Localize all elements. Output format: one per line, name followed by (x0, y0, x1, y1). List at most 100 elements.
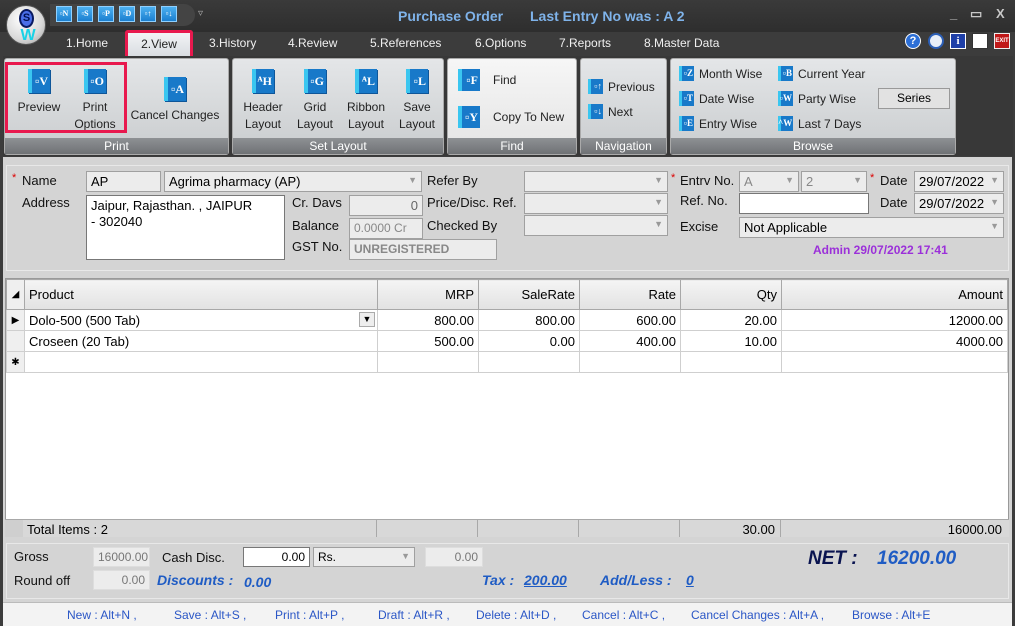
product-cell[interactable]: Dolo-500 (500 Tab) ▼ (24, 309, 378, 331)
party-name-combo[interactable]: Agrima pharmacy (AP) ▼ (164, 171, 422, 192)
qat-print-icon[interactable]: ▫P (98, 6, 114, 22)
cr-days-field[interactable]: 0 (349, 195, 423, 216)
current-year-button[interactable]: ▫B Current Year (778, 66, 865, 81)
header-layout-button[interactable]: ᴬH Header Layout (239, 69, 287, 133)
new-row[interactable]: ✱ (6, 351, 1008, 373)
new-row-cell[interactable] (579, 351, 681, 373)
info-icon[interactable]: i (950, 33, 966, 49)
tab-history[interactable]: 3.History (209, 36, 256, 56)
month-wise-button[interactable]: ▫Z Month Wise (679, 66, 762, 81)
tab-options[interactable]: 6.Options (475, 36, 526, 56)
product-dropdown-button[interactable]: ▼ (359, 312, 375, 327)
document-icon[interactable] (972, 33, 988, 49)
column-qty[interactable]: Qty (680, 279, 782, 310)
rate-cell[interactable]: 600.00 (579, 309, 681, 331)
new-row-cell[interactable] (781, 351, 1008, 373)
exit-icon[interactable]: EXIT (994, 33, 1010, 49)
product-grid[interactable]: ◢ Product MRP SaleRate Rate Qty Amount ▶… (5, 278, 1009, 536)
ribbon-layout-button[interactable]: ᴬL Ribbon Layout (341, 69, 391, 133)
qty-cell[interactable]: 20.00 (680, 309, 782, 331)
entry-series-combo[interactable]: A ▼ (739, 171, 799, 192)
new-row-cell[interactable] (377, 351, 479, 373)
save-layout-button[interactable]: ▫L Save Layout (393, 69, 441, 133)
tab-master-data[interactable]: 8.Master Data (644, 36, 719, 56)
refer-by-combo[interactable]: ▼ (524, 171, 668, 192)
product-cell[interactable]: Croseen (20 Tab) (24, 330, 378, 352)
tab-review[interactable]: 4.Review (288, 36, 337, 56)
table-row[interactable]: ▶ Dolo-500 (500 Tab) ▼ 800.00 800.00 600.… (6, 309, 1008, 331)
address-field[interactable]: Jaipur, Rajasthan. , JAIPUR - 302040 (86, 195, 285, 260)
salerate-cell[interactable]: 0.00 (478, 330, 580, 352)
help-icon[interactable]: ? (905, 33, 921, 49)
tax-value-link[interactable]: 200.00 (524, 572, 567, 588)
chevron-down-icon: ▼ (654, 219, 663, 229)
qat-customize-icon[interactable]: ▿ (198, 8, 203, 19)
amount-cell[interactable]: 4000.00 (781, 330, 1008, 352)
amount-cell[interactable]: 12000.00 (781, 309, 1008, 331)
tab-reports[interactable]: 7.Reports (559, 36, 611, 56)
previous-button[interactable]: ▫↑ Previous (588, 79, 655, 94)
qat-previous-icon[interactable]: ▫↑ (140, 6, 156, 22)
print-options-label: Print Options (74, 100, 116, 131)
new-row-cell[interactable] (680, 351, 782, 373)
maximize-button[interactable]: ▭ (970, 6, 982, 22)
checked-by-combo[interactable]: ▼ (524, 215, 668, 236)
cash-disc-field[interactable]: 0.00 (243, 547, 310, 567)
next-button[interactable]: ▫↓ Next (588, 104, 633, 119)
qty-cell[interactable]: 10.00 (680, 330, 782, 352)
date-picker[interactable]: 29/07/2022 ▼ (914, 171, 1004, 192)
addless-value-link[interactable]: 0 (686, 572, 694, 588)
qat-new-icon[interactable]: ▫N (56, 6, 72, 22)
entry-number-combo[interactable]: 2 ▼ (801, 171, 867, 192)
select-all-corner[interactable]: ◢ (6, 279, 25, 310)
party-code-field[interactable]: AP (86, 171, 161, 192)
chevron-down-icon: ▼ (990, 221, 999, 231)
row-header[interactable] (6, 330, 25, 352)
cash-disc-unit-value: Rs. (318, 550, 336, 564)
minimize-button[interactable]: _ (950, 6, 957, 21)
salerate-cell[interactable]: 800.00 (478, 309, 580, 331)
excise-combo[interactable]: Not Applicable ▼ (739, 217, 1004, 238)
cancel-changes-button[interactable]: ▫A Cancel Changes (127, 77, 223, 124)
app-logo[interactable]: S W (6, 5, 46, 45)
preview-button[interactable]: ▫V Preview (11, 69, 67, 116)
date-wise-button[interactable]: ▫T Date Wise (679, 91, 754, 106)
mrp-cell[interactable]: 500.00 (377, 330, 479, 352)
close-button[interactable]: X (996, 6, 1005, 21)
round-off-field[interactable]: 0.00 (93, 570, 150, 590)
new-row-cell[interactable] (24, 351, 378, 373)
find-button[interactable]: ▫F Find (458, 69, 516, 91)
price-disc-ref-combo[interactable]: ▼ (524, 193, 668, 214)
new-row-cell[interactable] (478, 351, 580, 373)
column-product[interactable]: Product (24, 279, 378, 310)
tab-home[interactable]: 1.Home (66, 36, 108, 56)
qat-delete-icon[interactable]: ▫D (119, 6, 135, 22)
column-rate[interactable]: Rate (579, 279, 681, 310)
print-options-button[interactable]: ▫O Print Options (67, 69, 123, 133)
support-icon[interactable] (928, 33, 944, 49)
series-button[interactable]: Series (878, 88, 950, 109)
column-amount[interactable]: Amount (781, 279, 1008, 310)
grid-layout-button[interactable]: ▫G Grid Layout (291, 69, 339, 133)
qat-next-icon[interactable]: ▫↓ (161, 6, 177, 22)
mrp-cell[interactable]: 800.00 (377, 309, 479, 331)
column-salerate[interactable]: SaleRate (478, 279, 580, 310)
qat-save-icon[interactable]: ▫S (77, 6, 93, 22)
addless-label: Add/Less : (600, 572, 672, 588)
ref-date-picker[interactable]: 29/07/2022 ▼ (914, 193, 1004, 214)
entry-wise-button[interactable]: ▫E Entry Wise (679, 116, 757, 131)
table-row[interactable]: Croseen (20 Tab) 500.00 0.00 400.00 10.0… (6, 330, 1008, 352)
tab-view[interactable]: 2.View (125, 30, 193, 56)
copy-to-new-button[interactable]: ▫Y Copy To New (458, 106, 564, 128)
address-line-2: - 302040 (91, 214, 143, 229)
tax-label: Tax : (482, 572, 515, 588)
last-7-days-button[interactable]: ^W Last 7 Days (778, 116, 861, 131)
rate-cell[interactable]: 400.00 (579, 330, 681, 352)
party-wise-button[interactable]: ▫W Party Wise (778, 91, 856, 106)
tab-references[interactable]: 5.References (370, 36, 441, 56)
copy-to-new-icon: ▫Y (458, 106, 480, 128)
cancel-changes-icon: ▫A (164, 77, 186, 101)
cash-disc-unit-combo[interactable]: Rs. ▼ (313, 547, 415, 567)
ref-no-field[interactable] (739, 193, 869, 214)
column-mrp[interactable]: MRP (377, 279, 479, 310)
